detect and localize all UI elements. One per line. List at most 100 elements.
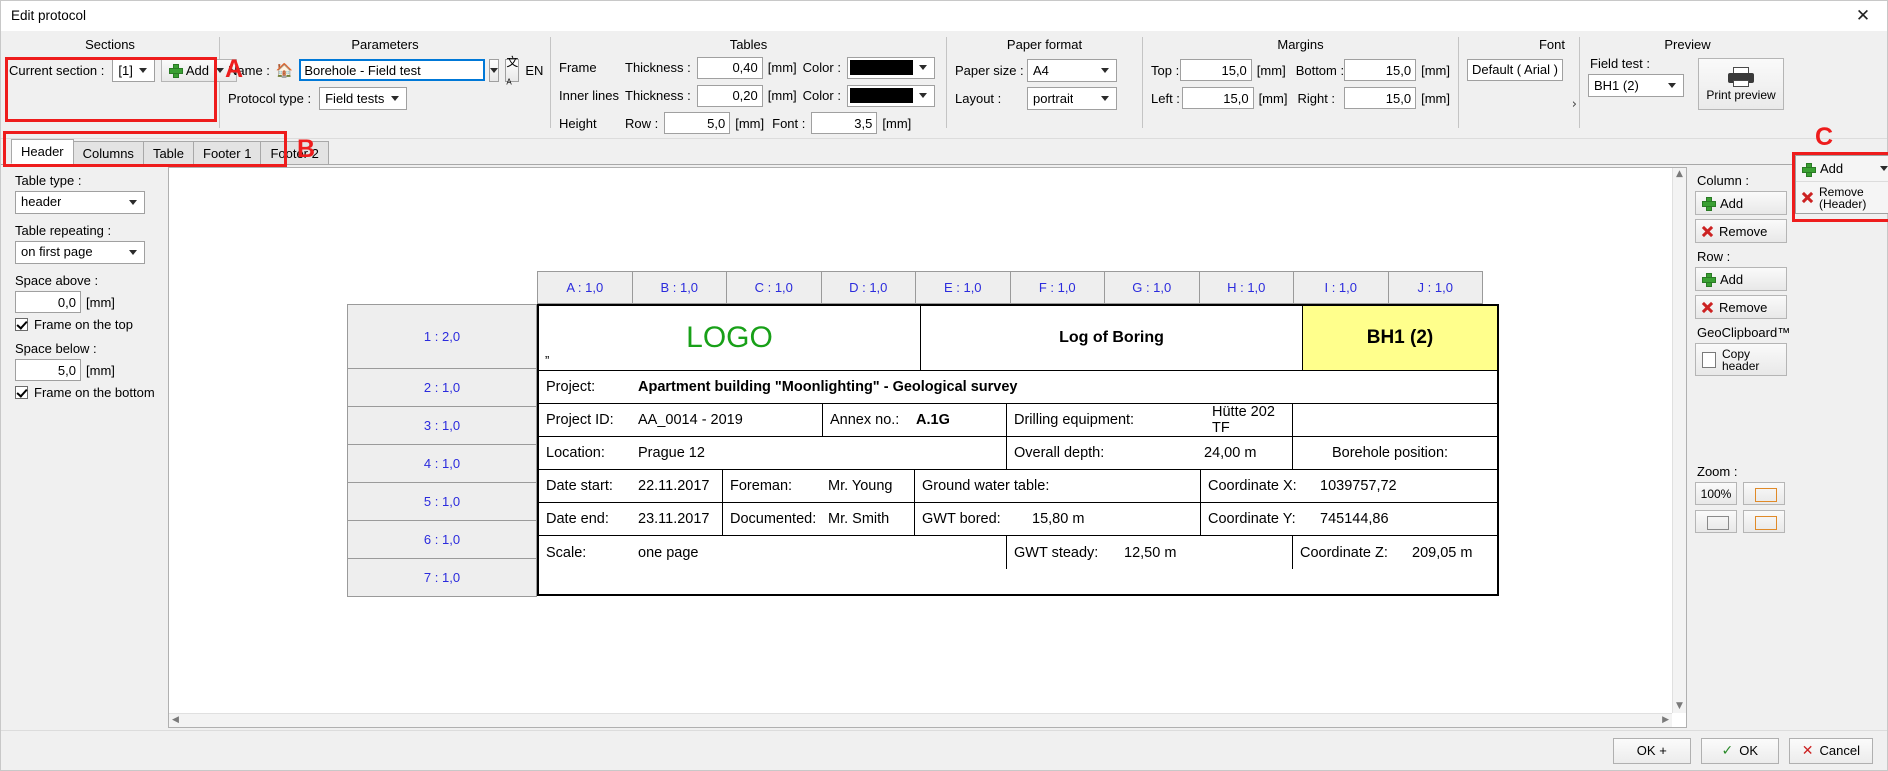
horizontal-scrollbar[interactable]: ◀ ▶ <box>169 713 1672 727</box>
scale-label[interactable]: Scale: <box>539 536 631 569</box>
translate-icon[interactable]: 文A <box>505 55 520 87</box>
column-remove-button[interactable]: Remove <box>1695 219 1787 243</box>
frame-thickness-input[interactable] <box>696 56 763 79</box>
column-header[interactable]: G : 1,0 <box>1104 271 1200 304</box>
gwt-steady-value[interactable]: 12,50 m <box>1117 536 1293 569</box>
layout-select[interactable]: portrait <box>1027 86 1117 110</box>
column-header[interactable]: H : 1,0 <box>1198 271 1294 304</box>
zoom-fit-page-icon[interactable] <box>1695 510 1737 533</box>
column-header[interactable]: E : 1,0 <box>915 271 1011 304</box>
coord-y-label[interactable]: Coordinate Y: <box>1201 503 1313 535</box>
documented-value[interactable]: Mr. Smith <box>821 503 915 535</box>
protocol-canvas[interactable]: A : 1,0 B : 1,0 C : 1,0 D : 1,0 E : 1,0 … <box>169 168 1672 713</box>
zoom-fit-width-icon[interactable] <box>1743 482 1785 505</box>
coord-z-label[interactable]: Coordinate Z: <box>1293 536 1405 569</box>
popup-remove-item[interactable]: Remove (Header) <box>1796 181 1888 213</box>
zoom-100-button[interactable]: 100% <box>1695 482 1737 505</box>
margin-bottom-input[interactable] <box>1344 59 1417 81</box>
column-add-button[interactable]: Add <box>1695 191 1787 215</box>
documented-label[interactable]: Documented: <box>723 503 821 535</box>
print-preview-button[interactable]: Print preview <box>1698 58 1784 110</box>
date-end-label[interactable]: Date end: <box>539 503 631 535</box>
column-header[interactable]: D : 1,0 <box>820 271 916 304</box>
inner-color-picker[interactable] <box>846 84 935 107</box>
row-remove-button[interactable]: Remove <box>1695 295 1787 319</box>
font-value[interactable]: Default ( Arial ) <box>1467 59 1563 81</box>
frame-color-picker[interactable] <box>846 56 935 79</box>
column-header[interactable]: B : 1,0 <box>631 271 727 304</box>
column-header[interactable]: A : 1,0 <box>537 271 633 304</box>
overall-depth-value[interactable]: 24,00 m <box>1197 437 1293 469</box>
row-height-input[interactable] <box>664 112 731 135</box>
annex-label[interactable]: Annex no.: <box>823 404 909 436</box>
column-header[interactable]: F : 1,0 <box>1009 271 1105 304</box>
cancel-button[interactable]: ✕ Cancel <box>1788 737 1873 764</box>
date-start-value[interactable]: 22.11.2017 <box>631 470 723 502</box>
font-size-input[interactable] <box>811 112 878 135</box>
field-test-select[interactable]: BH1 (2) <box>1588 74 1684 97</box>
drilling-equipment-value[interactable]: Hütte 202 TF <box>1205 404 1293 436</box>
scroll-right-icon[interactable]: ▶ <box>1659 714 1672 727</box>
date-end-value[interactable]: 23.11.2017 <box>631 503 723 535</box>
row-header[interactable]: 1 : 2,0 <box>347 304 537 369</box>
ok-plus-button[interactable]: OK + <box>1612 737 1691 764</box>
empty-cell[interactable] <box>1293 404 1487 436</box>
gwt-bored-value[interactable]: 15,80 m <box>1025 503 1201 535</box>
sheet-title-cell[interactable]: Log of Boring <box>921 306 1303 370</box>
date-start-label[interactable]: Date start: <box>539 470 631 502</box>
ok-button[interactable]: ✓ OK <box>1700 737 1779 764</box>
protocol-canvas-area[interactable]: A : 1,0 B : 1,0 C : 1,0 D : 1,0 E : 1,0 … <box>168 167 1687 728</box>
row-header[interactable]: 2 : 1,0 <box>347 368 537 407</box>
row-header[interactable]: 3 : 1,0 <box>347 406 537 445</box>
space-above-input[interactable] <box>15 291 81 313</box>
borehole-badge[interactable]: BH1 (2) <box>1303 306 1497 370</box>
borehole-position-label[interactable]: Borehole position: <box>1293 437 1487 469</box>
coord-x-value[interactable]: 1039757,72 <box>1313 470 1397 502</box>
row-header[interactable]: 5 : 1,0 <box>347 482 537 521</box>
row-header[interactable]: 4 : 1,0 <box>347 444 537 483</box>
popup-add-item[interactable]: Add <box>1796 156 1888 181</box>
gwt-steady-label[interactable]: GWT steady: <box>1007 536 1117 569</box>
scroll-down-icon[interactable]: ▼ <box>1673 700 1686 713</box>
tab-columns[interactable]: Columns <box>72 141 144 164</box>
name-input[interactable] <box>299 59 486 81</box>
tab-header[interactable]: Header <box>11 139 74 164</box>
house-icon[interactable]: 🏠 <box>276 63 293 77</box>
coord-z-value[interactable]: 209,05 m <box>1405 536 1487 569</box>
copy-header-button[interactable]: Copy header <box>1695 343 1787 376</box>
table-type-select[interactable]: header <box>15 191 145 214</box>
project-label[interactable]: Project: <box>539 371 631 403</box>
coord-x-label[interactable]: Coordinate X: <box>1201 470 1313 502</box>
coord-y-value[interactable]: 745144,86 <box>1313 503 1395 535</box>
logo-cell[interactable]: ” LOGO <box>539 306 921 370</box>
scroll-left-icon[interactable]: ◀ <box>169 714 182 727</box>
column-header[interactable]: J : 1,0 <box>1387 271 1483 304</box>
drilling-equipment-label[interactable]: Drilling equipment: <box>1007 404 1205 436</box>
ground-water-table-label[interactable]: Ground water table: <box>915 470 1201 502</box>
foreman-value[interactable]: Mr. Young <box>821 470 915 502</box>
close-icon[interactable]: ✕ <box>1841 1 1885 30</box>
scale-value[interactable]: one page <box>631 536 1007 569</box>
column-header[interactable]: C : 1,0 <box>726 271 822 304</box>
margin-right-input[interactable] <box>1344 87 1417 109</box>
space-below-input[interactable] <box>15 359 81 381</box>
project-id-value[interactable]: AA_0014 - 2019 <box>631 404 823 436</box>
inner-thickness-input[interactable] <box>696 84 763 107</box>
project-value[interactable]: Apartment building "Moonlighting" - Geol… <box>631 371 1497 403</box>
margin-left-input[interactable] <box>1181 87 1254 109</box>
location-label[interactable]: Location: <box>539 437 631 469</box>
tab-footer-2[interactable]: Footer 2 <box>260 141 329 164</box>
frame-on-bottom-checkbox[interactable]: Frame on the bottom <box>15 385 156 400</box>
current-section-select[interactable]: [1] <box>112 58 155 82</box>
vertical-scrollbar[interactable]: ▲ ▼ <box>1672 168 1686 713</box>
project-id-label[interactable]: Project ID: <box>539 404 631 436</box>
tab-footer-1[interactable]: Footer 1 <box>193 141 262 164</box>
margin-top-input[interactable] <box>1179 59 1252 81</box>
location-value[interactable]: Prague 12 <box>631 437 1007 469</box>
name-dropdown-button[interactable] <box>489 58 500 82</box>
annex-value[interactable]: A.1G <box>909 404 1007 436</box>
foreman-label[interactable]: Foreman: <box>723 470 821 502</box>
protocol-type-select[interactable]: Field tests <box>319 86 408 110</box>
tab-table[interactable]: Table <box>142 141 195 164</box>
row-header[interactable]: 6 : 1,0 <box>347 520 537 559</box>
